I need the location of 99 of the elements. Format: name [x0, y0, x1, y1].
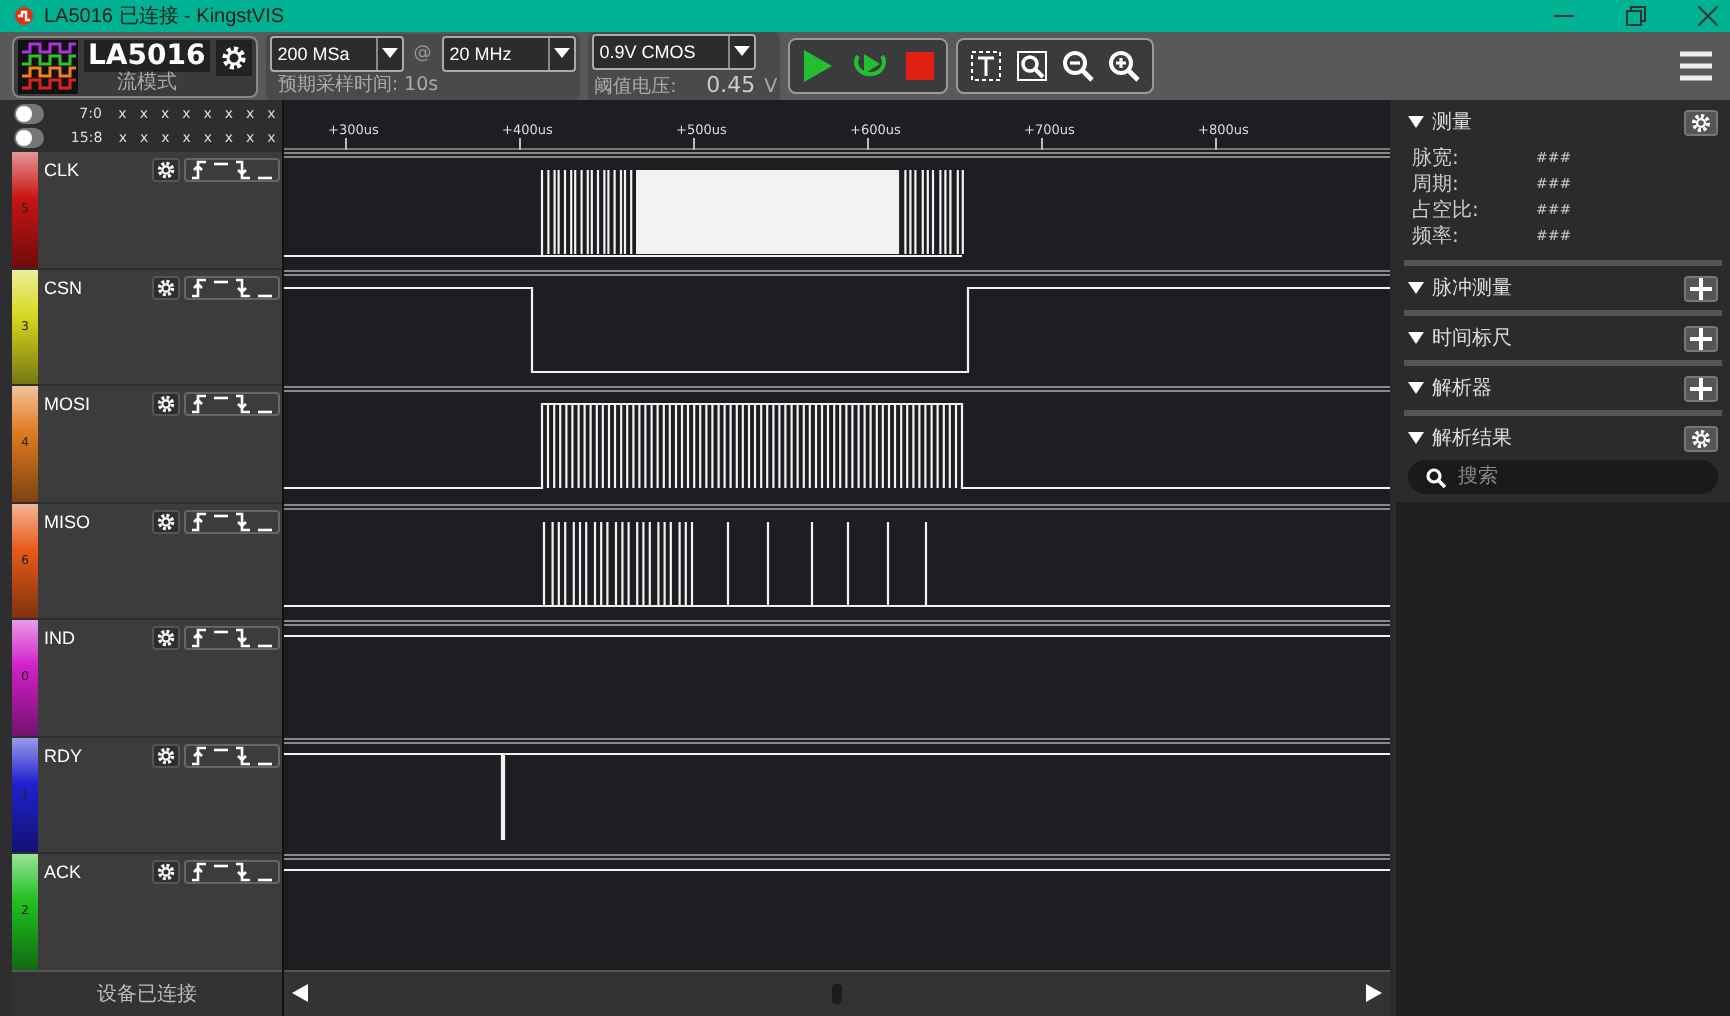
- tick-mark: [693, 137, 695, 150]
- rising-edge-icon[interactable]: [190, 745, 208, 765]
- zoom-fit-icon[interactable]: [1016, 50, 1049, 82]
- frequency-dropdown[interactable]: 20 MHz: [441, 35, 576, 71]
- channel-name: IND: [44, 628, 77, 648]
- text-tool-icon[interactable]: [970, 50, 1003, 82]
- add-button[interactable]: [1684, 375, 1718, 401]
- rising-edge-icon[interactable]: [190, 511, 208, 531]
- expanded-triangle-icon[interactable]: [1408, 114, 1424, 130]
- measure-label: 占空比:: [1412, 197, 1481, 223]
- falling-edge-icon[interactable]: [234, 160, 252, 180]
- threshold-value: 0.45: [706, 71, 756, 97]
- expanded-triangle-icon[interactable]: [1408, 330, 1424, 346]
- falling-edge-icon[interactable]: [234, 394, 252, 414]
- connection-status: 设备已连接: [97, 981, 197, 1008]
- settings-button[interactable]: [1684, 109, 1718, 135]
- falling-edge-icon[interactable]: [234, 862, 252, 882]
- settings-button[interactable]: [152, 392, 180, 416]
- section-title: 解析结果: [1432, 425, 1512, 452]
- settings-button[interactable]: [152, 275, 180, 299]
- tick-mark: [345, 137, 347, 150]
- scroll-left-icon[interactable]: [292, 984, 308, 1003]
- settings-button[interactable]: [152, 158, 180, 182]
- section-title: 脉冲测量: [1432, 275, 1512, 302]
- rising-edge-icon[interactable]: [190, 862, 208, 882]
- expanded-triangle-icon[interactable]: [1408, 380, 1424, 396]
- tick-mark: [1041, 137, 1043, 150]
- threshold-label: 阈值电压:: [593, 75, 677, 99]
- scroll-right-icon[interactable]: [1366, 984, 1382, 1003]
- add-button[interactable]: [1684, 275, 1718, 301]
- settings-icon: [219, 43, 248, 71]
- settings-icon: [156, 511, 176, 531]
- dropdown-arrow-icon: [553, 48, 570, 58]
- device-name: LA5016: [84, 39, 210, 71]
- plus-icon: [1690, 327, 1712, 349]
- toggle-switch[interactable]: [14, 127, 45, 147]
- threshold-dropdown[interactable]: 0.9V CMOS: [591, 33, 756, 69]
- falling-edge-icon[interactable]: [234, 628, 252, 648]
- add-button[interactable]: [1684, 325, 1718, 351]
- play-icon[interactable]: [802, 48, 835, 84]
- measure-label: 周期:: [1412, 171, 1461, 197]
- plus-icon: [1690, 377, 1712, 399]
- settings-icon: [1690, 427, 1712, 449]
- settings-button[interactable]: [152, 860, 180, 884]
- section-title: 测量: [1432, 109, 1472, 136]
- settings-button[interactable]: [152, 743, 180, 767]
- zoom-out-icon[interactable]: [1062, 50, 1095, 82]
- rising-edge-icon[interactable]: [190, 394, 208, 414]
- settings-icon: [156, 745, 176, 765]
- plus-icon: [1690, 277, 1712, 299]
- at-label: @: [413, 43, 432, 63]
- channel-name: CSN: [44, 277, 85, 297]
- channel-name: RDY: [44, 745, 85, 765]
- settings-button[interactable]: [152, 509, 180, 533]
- close-icon[interactable]: [1698, 6, 1718, 26]
- sample-rate-dropdown[interactable]: 200 MSa: [269, 35, 404, 71]
- measure-label: 脉宽:: [1412, 145, 1461, 171]
- tick-mark: [1215, 137, 1217, 150]
- search-icon: [1426, 468, 1446, 488]
- settings-icon: [156, 862, 176, 882]
- menu-icon[interactable]: [1680, 50, 1712, 82]
- mode-label: 流模式: [116, 71, 177, 93]
- expanded-triangle-icon[interactable]: [1408, 280, 1424, 296]
- app-logo-icon: [12, 6, 36, 26]
- settings-button[interactable]: [152, 626, 180, 650]
- dropdown-arrow-icon: [733, 46, 750, 56]
- horizontal-scrollbar[interactable]: [284, 969, 1390, 1016]
- dropdown-arrow-icon: [381, 48, 398, 58]
- zoom-in-icon[interactable]: [1108, 50, 1141, 82]
- falling-edge-icon[interactable]: [234, 745, 252, 765]
- waveform-logo-icon: [18, 39, 78, 93]
- restore-icon[interactable]: [1626, 6, 1646, 26]
- settings-icon: [156, 160, 176, 180]
- sample-time-label: 预期采样时间: 10s: [277, 73, 440, 97]
- settings-icon: [156, 277, 176, 297]
- rising-edge-icon[interactable]: [190, 277, 208, 297]
- channel-name: ACK: [44, 862, 84, 882]
- channel-name: CLK: [44, 160, 82, 180]
- rising-edge-icon[interactable]: [190, 160, 208, 180]
- toggle-switch[interactable]: [14, 103, 45, 123]
- channel-name: MOSI: [44, 394, 93, 414]
- expanded-triangle-icon[interactable]: [1408, 430, 1424, 446]
- section-title: 解析器: [1432, 375, 1492, 402]
- search-field[interactable]: 搜索: [1408, 460, 1718, 494]
- section-title: 时间标尺: [1432, 325, 1512, 352]
- channel-name: MISO: [44, 511, 93, 531]
- window-title: LA5016 已连接 - KingstVIS: [44, 3, 285, 30]
- rising-edge-icon[interactable]: [190, 628, 208, 648]
- settings-button[interactable]: [215, 39, 252, 75]
- settings-icon: [1690, 111, 1712, 133]
- tick-mark: [867, 137, 869, 150]
- settings-button[interactable]: [1684, 425, 1718, 451]
- threshold-unit: V: [763, 75, 777, 99]
- settings-icon: [156, 394, 176, 414]
- settings-icon: [156, 628, 176, 648]
- falling-edge-icon[interactable]: [234, 511, 252, 531]
- falling-edge-icon[interactable]: [234, 277, 252, 297]
- measure-label: 频率:: [1412, 223, 1461, 249]
- tick-mark: [519, 137, 521, 150]
